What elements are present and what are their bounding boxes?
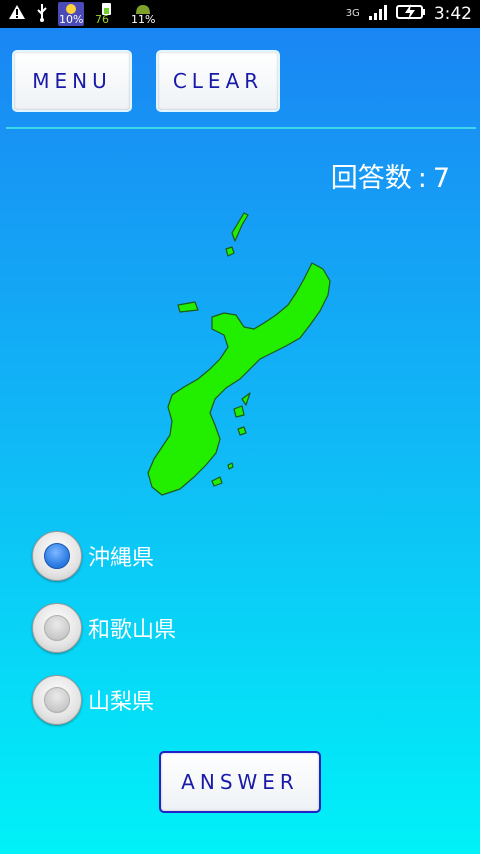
- network-3g-icon: 3G: [346, 9, 360, 19]
- answer-count: 回答数:7: [331, 156, 450, 195]
- answer-count-separator: :: [417, 163, 427, 194]
- menu-button[interactable]: MENU: [12, 50, 132, 112]
- radio-dot-icon: [44, 687, 70, 713]
- answer-count-label: 回答数: [330, 163, 412, 194]
- quiz-screen: MENU CLEAR 回答数:7 沖縄県 和歌山県 山梨県 ANSWER: [0, 28, 480, 854]
- answer-count-value: 7: [432, 163, 450, 194]
- divider: [6, 127, 476, 129]
- map-islet-east-3: [241, 392, 251, 406]
- signal-icon: [368, 4, 388, 24]
- option-3-label[interactable]: 山梨県: [88, 684, 154, 716]
- clock: 3:42: [433, 4, 472, 24]
- map-islet-east-4: [211, 476, 223, 487]
- option-2[interactable]: 和歌山県: [32, 603, 176, 653]
- weather-badge-text: 10%: [59, 13, 84, 26]
- option-2-radio[interactable]: [32, 603, 82, 653]
- option-1-radio[interactable]: [32, 531, 82, 581]
- map-islet-east-2: [237, 426, 247, 436]
- option-1[interactable]: 沖縄県: [32, 531, 154, 581]
- radio-dot-icon: [44, 543, 70, 569]
- answer-button[interactable]: ANSWER: [159, 751, 321, 813]
- option-3[interactable]: 山梨県: [32, 675, 154, 725]
- clear-button[interactable]: CLEAR: [156, 50, 280, 112]
- network-type-text: 3G: [345, 8, 360, 19]
- battery-level-icon: 76: [94, 2, 120, 26]
- status-bar: 10% 76 11% 3G 3:42: [0, 0, 480, 28]
- warning-icon: [8, 4, 26, 24]
- option-1-label[interactable]: 沖縄県: [88, 540, 154, 572]
- battery-badge-text: 76: [95, 13, 109, 26]
- status-notifications: 10% 76 11%: [8, 2, 156, 26]
- map-islet-east-1: [233, 405, 245, 418]
- weather-icon: 10%: [58, 2, 84, 26]
- map-islet-north-small: [225, 246, 235, 257]
- map-islet-ie: [177, 301, 199, 313]
- map-islet-east-5: [227, 462, 234, 470]
- battery-charging-icon: [395, 3, 426, 25]
- android-badge-text: 11%: [131, 13, 156, 26]
- status-system: 3G 3:42: [346, 2, 472, 26]
- option-3-radio[interactable]: [32, 675, 82, 725]
- android-icon: 11%: [130, 2, 156, 26]
- map-islet-north: [231, 212, 249, 242]
- radio-dot-icon: [44, 615, 70, 641]
- map-main-island: [147, 262, 331, 496]
- usb-icon: [36, 2, 48, 26]
- option-2-label[interactable]: 和歌山県: [88, 612, 176, 644]
- prefecture-map: [147, 212, 331, 496]
